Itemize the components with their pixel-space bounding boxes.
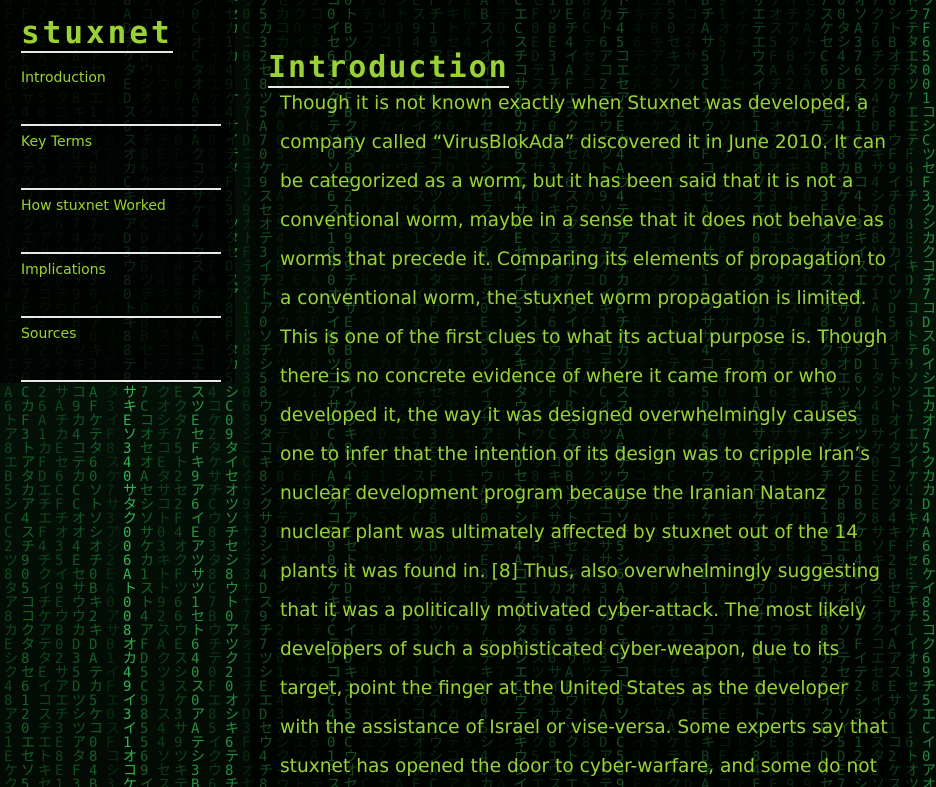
site-logo[interactable]: stuxnet: [21, 16, 173, 53]
nav-item-introduction[interactable]: Introduction: [21, 62, 221, 126]
nav-item-how-stuxnet-worked[interactable]: How stuxnet Worked: [21, 190, 221, 254]
page-title: Introduction: [268, 50, 509, 89]
nav-item-key-terms[interactable]: Key Terms: [21, 126, 221, 190]
nav-item-sources[interactable]: Sources: [21, 318, 221, 382]
sidebar-panel: stuxnet Introduction Key Terms How stuxn…: [0, 0, 235, 383]
sidebar-nav: Introduction Key Terms How stuxnet Worke…: [21, 62, 221, 382]
matrix-glyph-column: エソ7F65001コシCツセF3クシカクコチ7コDス6イシエカオ75クカカD4A…: [922, 0, 936, 787]
main-content: Introduction Though it is not known exac…: [250, 0, 910, 787]
nav-item-implications[interactable]: Implications: [21, 254, 221, 318]
sidebar: stuxnet Introduction Key Terms How stuxn…: [0, 0, 235, 787]
intro-paragraph: Though it is not known exactly when Stux…: [280, 93, 888, 777]
